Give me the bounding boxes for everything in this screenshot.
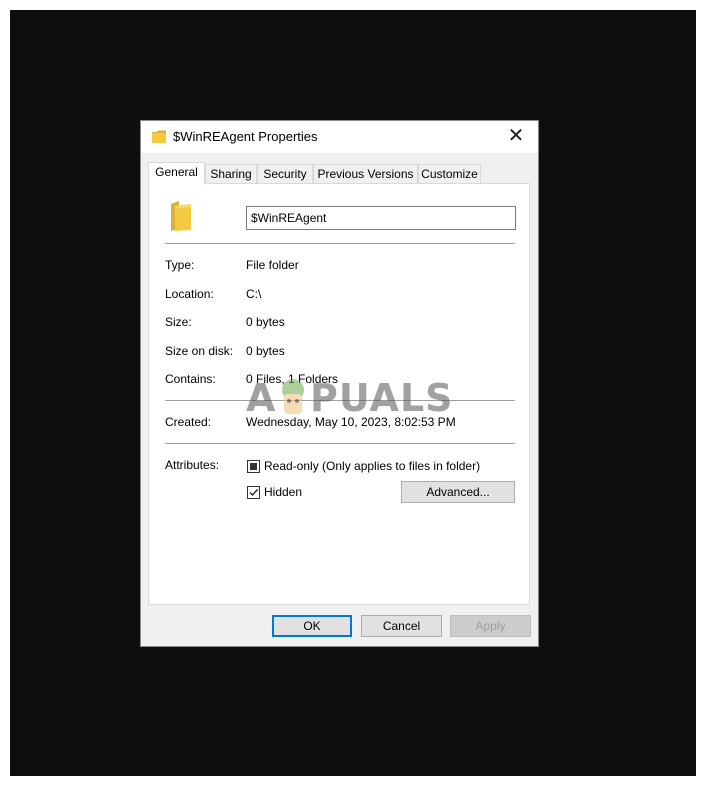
title-bar: $WinREAgent Properties ✕	[141, 121, 538, 153]
general-tab-panel: Type: File folder Location: C:\ Size: 0 …	[148, 183, 530, 605]
attributes-label: Attributes:	[165, 458, 220, 472]
type-value: File folder	[246, 258, 299, 272]
indeterminate-mark	[250, 463, 257, 470]
size-on-disk-value: 0 bytes	[246, 344, 285, 358]
apply-button: Apply	[450, 615, 531, 637]
location-value: C:\	[246, 287, 262, 301]
type-label: Type:	[165, 258, 195, 272]
readonly-checkbox[interactable]	[247, 460, 260, 473]
contains-value: 0 Files, 1 Folders	[246, 372, 339, 386]
cancel-button[interactable]: Cancel	[361, 615, 442, 637]
close-button[interactable]: ✕	[494, 121, 538, 153]
ok-button[interactable]: OK	[272, 615, 352, 637]
contains-label: Contains:	[165, 372, 216, 386]
advanced-button[interactable]: Advanced...	[401, 481, 515, 503]
size-on-disk-label: Size on disk:	[165, 344, 234, 358]
folder-large-icon	[169, 200, 193, 235]
created-value: Wednesday, May 10, 2023, 8:02:53 PM	[246, 415, 456, 429]
tab-general[interactable]: General	[148, 162, 205, 185]
tab-customize[interactable]: Customize	[418, 164, 481, 183]
checkmark-icon	[249, 489, 259, 497]
location-label: Location:	[165, 287, 214, 301]
separator	[165, 400, 515, 401]
tab-security[interactable]: Security	[257, 164, 313, 183]
tab-previous-versions[interactable]: Previous Versions	[313, 164, 418, 183]
folder-icon	[152, 130, 166, 146]
window-title: $WinREAgent Properties	[173, 129, 318, 144]
close-icon: ✕	[507, 125, 525, 147]
size-value: 0 bytes	[246, 315, 285, 329]
separator	[165, 443, 515, 444]
folder-name-input[interactable]	[246, 206, 516, 230]
created-label: Created:	[165, 415, 212, 429]
size-label: Size:	[165, 315, 192, 329]
tab-sharing[interactable]: Sharing	[205, 164, 257, 183]
hidden-label: Hidden	[264, 485, 303, 499]
separator	[165, 243, 515, 244]
readonly-label: Read-only (Only applies to files in fold…	[264, 459, 481, 473]
properties-dialog: $WinREAgent Properties ✕ General Sharing…	[140, 120, 539, 647]
hidden-checkbox[interactable]	[247, 486, 260, 499]
